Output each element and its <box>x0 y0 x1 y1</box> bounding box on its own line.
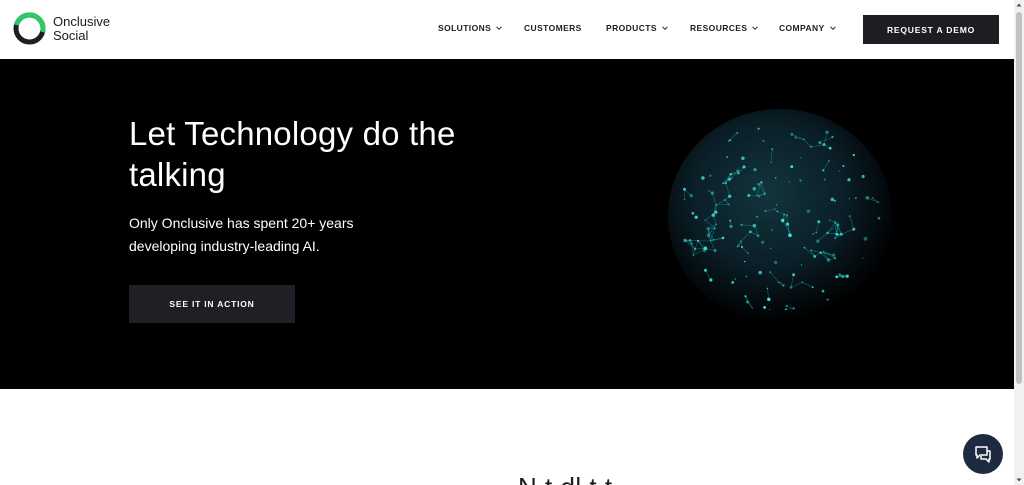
scroll-up-arrow-icon[interactable] <box>1014 0 1024 10</box>
scrollbar-thumb[interactable] <box>1016 12 1022 384</box>
nav-company[interactable]: COMPANY <box>779 23 837 33</box>
page-scrollbar[interactable] <box>1014 0 1024 485</box>
see-it-in-action-button[interactable]: SEE IT IN ACTION <box>129 285 295 323</box>
network-globe-image <box>668 109 892 323</box>
nav-customers-label: CUSTOMERS <box>524 23 582 33</box>
nav-resources-label: RESOURCES <box>690 23 748 33</box>
chat-launcher-button[interactable] <box>963 434 1003 474</box>
chevron-down-icon <box>829 26 836 31</box>
request-demo-button[interactable]: REQUEST A DEMO <box>863 15 999 44</box>
chevron-down-icon <box>662 26 668 31</box>
chat-bubbles-icon <box>975 446 991 463</box>
ring-logo-icon <box>13 12 46 45</box>
nav-company-label: COMPANY <box>779 23 825 33</box>
onclusive-logo[interactable]: Onclusive Social <box>13 12 110 45</box>
site-header: Onclusive Social SOLUTIONS CUSTOMERS PRO… <box>0 0 1014 59</box>
nav-solutions[interactable]: SOLUTIONS <box>438 23 503 33</box>
section-heading-partial: N t dl t t <box>518 472 613 485</box>
nav-products[interactable]: PRODUCTS <box>606 23 669 33</box>
chevron-down-icon <box>496 26 503 31</box>
hero-subtitle: Only Onclusive has spent 20+ years devel… <box>129 215 354 254</box>
logo-wordmark: Onclusive <box>53 13 111 29</box>
hero-section: Let Technology do the talking Only Onclu… <box>0 59 1014 389</box>
nav-products-label: PRODUCTS <box>606 23 657 33</box>
nav-solutions-label: SOLUTIONS <box>438 23 492 33</box>
hero-title: Let Technology do the talking <box>129 115 456 193</box>
nav-resources[interactable]: RESOURCES <box>690 23 759 33</box>
logo-sub-wordmark: Social <box>53 27 89 43</box>
chevron-down-icon <box>752 26 759 31</box>
scroll-down-arrow-icon[interactable] <box>1014 475 1024 485</box>
nav-customers[interactable]: CUSTOMERS <box>524 23 582 33</box>
